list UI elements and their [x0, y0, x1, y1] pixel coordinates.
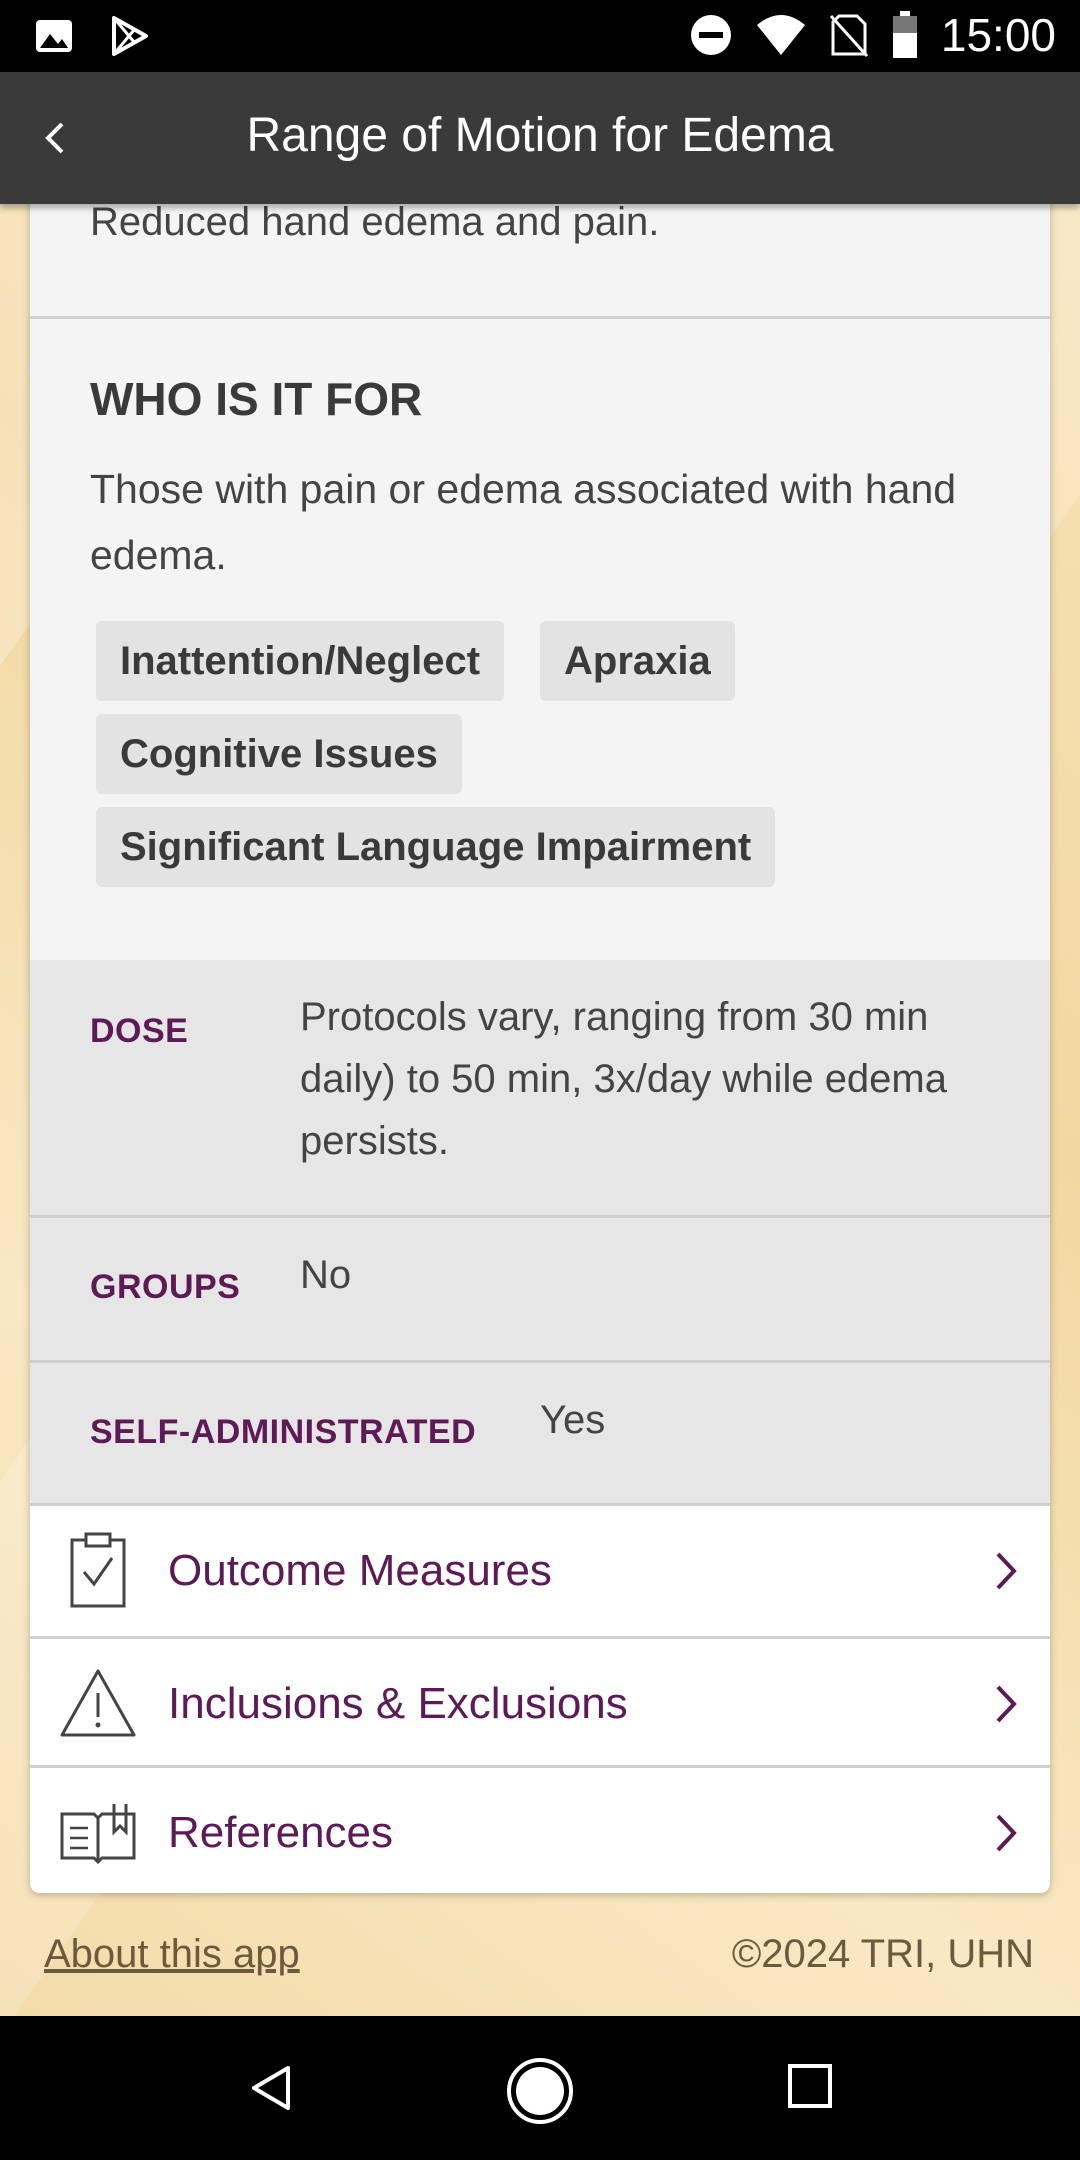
warning-triangle-icon [60, 1669, 136, 1737]
references-link[interactable]: References [30, 1768, 1050, 1893]
chevron-right-icon [996, 1552, 1017, 1590]
nav-recents-icon[interactable] [786, 2062, 834, 2110]
who-is-it-for-heading: WHO IS IT FOR [90, 373, 423, 425]
no-sim-icon [829, 14, 868, 58]
about-this-app-link[interactable]: About this app [44, 1932, 300, 1977]
self-administrated-value: Yes [540, 1398, 606, 1442]
copyright-text: ©2024 TRI, UHN [731, 1932, 1034, 1976]
page-title: Range of Motion for Edema [246, 109, 834, 162]
tag-significant-language-impairment: Significant Language Impairment [96, 807, 776, 887]
chevron-right-icon [996, 1685, 1017, 1723]
app-bar: Range of Motion for Edema [0, 72, 1080, 204]
tag-apraxia: Apraxia [540, 621, 735, 701]
dose-row: DOSE Protocols vary, ranging from 30 min… [30, 960, 1050, 1216]
do-not-disturb-icon [690, 15, 731, 55]
tag-inattention-neglect: Inattention/Neglect [96, 621, 505, 701]
dose-label: DOSE [90, 1012, 189, 1050]
nav-back-icon[interactable] [244, 2060, 300, 2116]
divider [30, 316, 1050, 319]
result-text: Reduced hand edema and pain. [90, 200, 660, 244]
groups-value: No [300, 1253, 352, 1297]
status-time: 15:00 [940, 9, 1056, 61]
play-store-icon [112, 16, 148, 56]
clipboard-check-icon [70, 1532, 126, 1608]
outcome-measures-link[interactable]: Outcome Measures [30, 1506, 1050, 1636]
open-book-icon [60, 1804, 136, 1865]
content-card: Reduced hand edema and pain. WHO IS IT F… [30, 160, 1050, 1893]
wifi-icon [756, 15, 805, 55]
references-label: References [168, 1808, 394, 1857]
battery-icon [892, 11, 917, 58]
who-is-it-for-text: Those with pain or edema associated with… [90, 466, 957, 578]
outcome-measures-label: Outcome Measures [168, 1546, 552, 1595]
groups-label: GROUPS [90, 1268, 241, 1306]
self-administrated-label: SELF-ADMINISTRATED [90, 1413, 477, 1451]
status-bar: 15:00 [0, 0, 1080, 72]
navigation-bar [0, 2016, 1080, 2160]
nav-home-icon[interactable] [505, 2056, 575, 2126]
image-icon [36, 20, 72, 52]
chevron-right-icon [996, 1814, 1017, 1852]
self-administrated-row: SELF-ADMINISTRATED Yes [30, 1363, 1050, 1503]
tag-cognitive-issues: Cognitive Issues [96, 714, 462, 794]
inclusions-exclusions-label: Inclusions & Exclusions [168, 1679, 628, 1728]
dose-value: Protocols vary, ranging from 30 min dail… [300, 995, 947, 1163]
inclusions-exclusions-link[interactable]: Inclusions & Exclusions [30, 1639, 1050, 1769]
groups-row: GROUPS No [30, 1218, 1050, 1360]
